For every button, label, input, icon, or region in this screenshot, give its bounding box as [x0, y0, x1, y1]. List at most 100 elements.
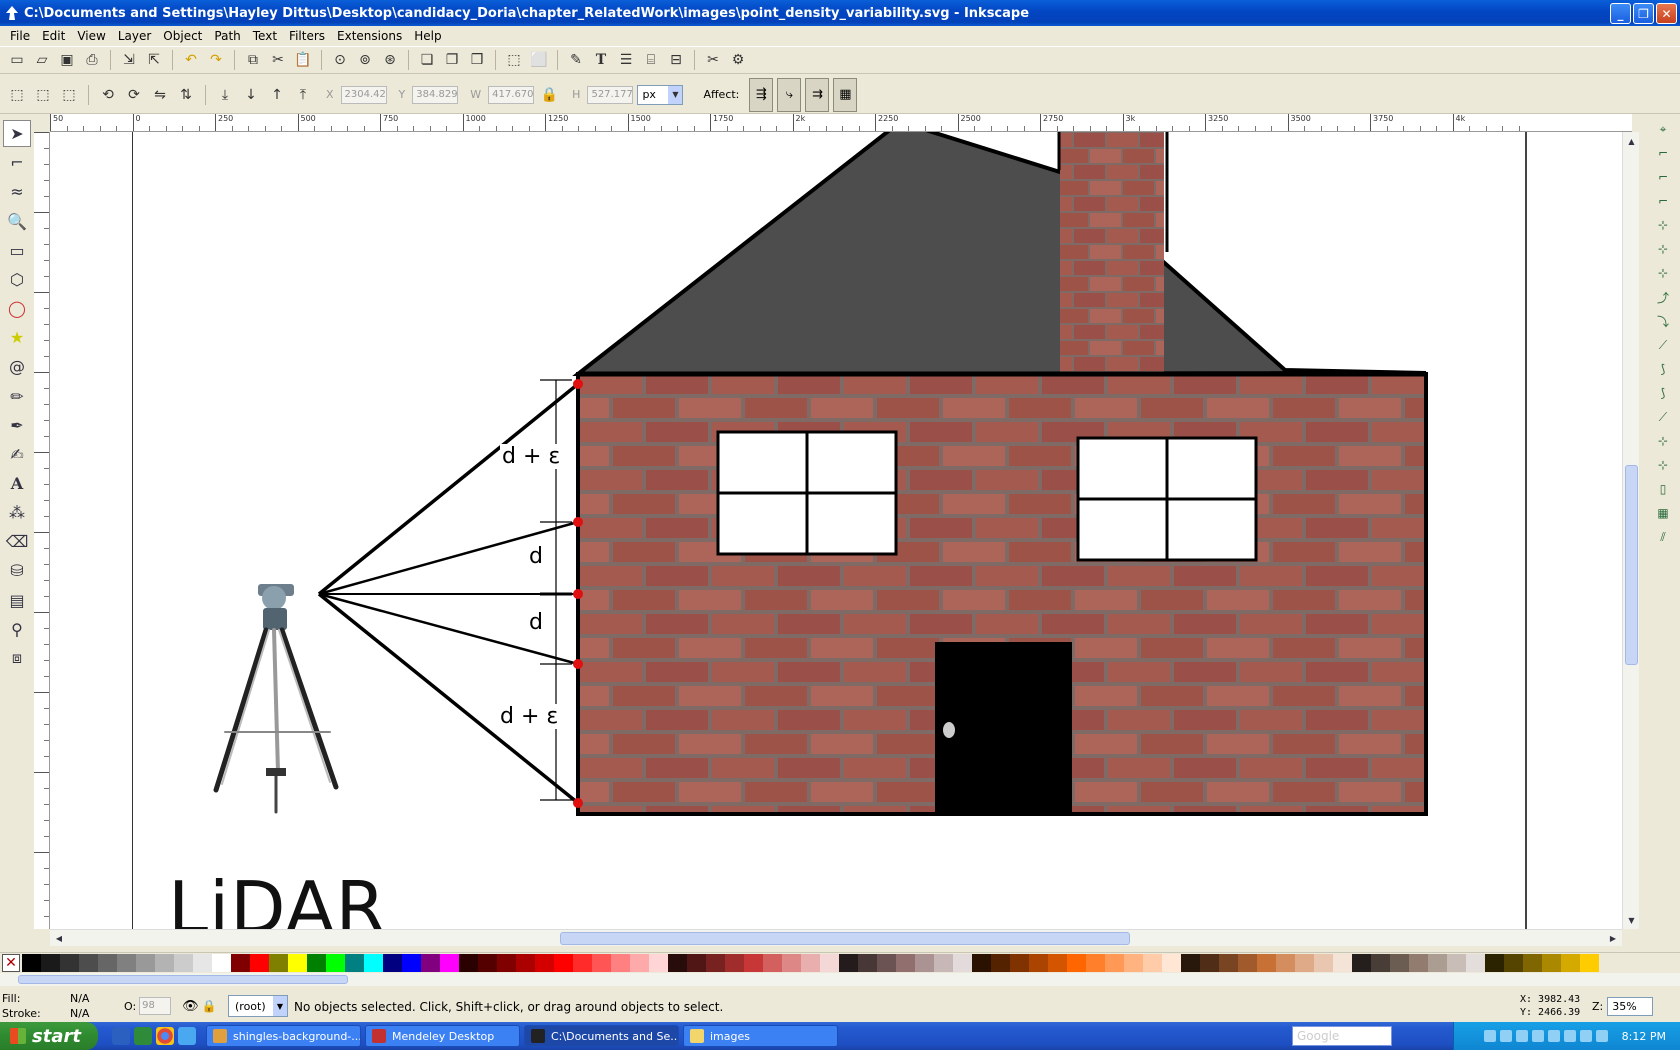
palette-swatch[interactable] — [60, 953, 79, 972]
rectangle-tool-icon[interactable]: ▭ — [3, 237, 31, 264]
snap-object-midpoints-icon[interactable]: ⟋ — [1652, 406, 1674, 428]
rotate-ccw-icon[interactable]: ⟲ — [97, 84, 119, 106]
zoom-drawing-icon[interactable]: ⊚ — [354, 49, 376, 71]
copy-icon[interactable]: ⧉ — [242, 49, 264, 71]
close-button[interactable]: ✕ — [1656, 3, 1677, 24]
palette-swatch[interactable] — [1010, 953, 1029, 972]
tray-icon[interactable] — [1515, 1030, 1528, 1042]
text-tool-icon[interactable]: A — [3, 470, 31, 497]
clone-icon[interactable]: ❐ — [441, 49, 463, 71]
ungroup-icon[interactable]: ⬜ — [528, 49, 550, 71]
zoom-tool-icon[interactable]: 🔍 — [3, 208, 31, 235]
h-field[interactable]: 527.177 — [587, 85, 634, 104]
dropper-tool-icon[interactable]: ⚲ — [3, 616, 31, 643]
vertical-ruler[interactable] — [34, 132, 50, 929]
hide-icon[interactable]: 👁 — [182, 999, 199, 1014]
palette-swatch[interactable] — [934, 953, 953, 972]
deselect-icon[interactable]: ⬚ — [58, 84, 80, 106]
palette-swatch[interactable] — [117, 953, 136, 972]
palette-swatch[interactable] — [1257, 953, 1276, 972]
palette-swatch[interactable] — [1466, 953, 1485, 972]
palette-swatch[interactable] — [687, 953, 706, 972]
taskbar-item-images-folder[interactable]: images — [683, 1025, 838, 1047]
palette-swatch[interactable] — [193, 953, 212, 972]
palette-swatch[interactable] — [1542, 953, 1561, 972]
select-all-layers-icon[interactable]: ⬚ — [32, 84, 54, 106]
menu-edit[interactable]: Edit — [36, 29, 71, 43]
opacity-field[interactable]: 98 — [139, 997, 172, 1015]
align-distribute-icon[interactable]: ⊟ — [665, 49, 687, 71]
lower-icon[interactable]: ↓ — [240, 84, 262, 106]
minimize-button[interactable]: _ — [1610, 3, 1631, 24]
zoom-field[interactable]: 35% — [1607, 997, 1654, 1016]
export-icon[interactable]: ⇱ — [143, 49, 165, 71]
spiral-tool-icon[interactable]: @ — [3, 353, 31, 380]
unit-select[interactable]: px ▼ — [637, 84, 684, 105]
group-icon[interactable]: ⬚ — [503, 49, 525, 71]
menu-file[interactable]: File — [4, 29, 36, 43]
palette-swatch[interactable] — [1067, 953, 1086, 972]
palette-swatch[interactable] — [1162, 953, 1181, 972]
preferences-icon[interactable]: ✂ — [702, 49, 724, 71]
palette-swatch[interactable] — [820, 953, 839, 972]
snap-rotation-center-icon[interactable]: ⊹ — [1652, 454, 1674, 476]
menu-text[interactable]: Text — [247, 29, 283, 43]
layer-select[interactable]: (root) ▼ — [228, 995, 288, 1017]
palette-swatch[interactable] — [383, 953, 402, 972]
menu-filters[interactable]: Filters — [283, 29, 331, 43]
node-tool-icon[interactable]: ⌐ — [3, 149, 31, 176]
palette-swatch[interactable] — [1504, 953, 1523, 972]
lock-icon[interactable]: 🔒 — [202, 999, 217, 1013]
no-paint-swatch[interactable]: ✕ — [2, 953, 20, 972]
connector-tool-icon[interactable]: ⧈ — [3, 645, 31, 672]
menu-view[interactable]: View — [71, 29, 111, 43]
cut-icon[interactable]: ✂ — [267, 49, 289, 71]
star-tool-icon[interactable]: ★ — [3, 324, 31, 351]
palette-swatch[interactable] — [212, 953, 231, 972]
layers-icon[interactable]: ☰ — [615, 49, 637, 71]
ie-icon[interactable] — [178, 1027, 196, 1045]
palette-swatch[interactable] — [972, 953, 991, 972]
fill-value[interactable]: N/A — [70, 992, 89, 1005]
palette-swatch[interactable] — [554, 953, 573, 972]
zoom-page-icon[interactable]: ⊛ — [379, 49, 401, 71]
spray-tool-icon[interactable]: ⁂ — [3, 499, 31, 526]
affect-stroke-width-button[interactable]: ⇶ — [749, 77, 774, 112]
snap-bbox-icon[interactable]: ⌐ — [1652, 142, 1674, 164]
word-icon[interactable] — [112, 1027, 130, 1045]
palette-swatch[interactable] — [1371, 953, 1390, 972]
network-icon[interactable] — [1595, 1030, 1608, 1042]
menu-extensions[interactable]: Extensions — [331, 29, 408, 43]
raise-icon[interactable]: ↑ — [266, 84, 288, 106]
palette-swatch[interactable] — [573, 953, 592, 972]
select-all-icon[interactable]: ⬚ — [6, 84, 28, 106]
palette-swatch[interactable] — [98, 953, 117, 972]
save-icon[interactable]: ▣ — [56, 49, 78, 71]
palette-swatch[interactable] — [1200, 953, 1219, 972]
palette-swatch[interactable] — [41, 953, 60, 972]
palette-swatch[interactable] — [1561, 953, 1580, 972]
palette-swatch[interactable] — [174, 953, 193, 972]
undo-icon[interactable]: ↶ — [180, 49, 202, 71]
palette-swatch[interactable] — [345, 953, 364, 972]
snap-enable-icon[interactable]: ⌖ — [1652, 118, 1674, 140]
palette-swatch[interactable] — [1485, 953, 1504, 972]
palette-swatch[interactable] — [402, 953, 421, 972]
chrome-icon[interactable] — [156, 1027, 174, 1045]
palette-swatch[interactable] — [497, 953, 516, 972]
horizontal-scrollbar[interactable]: ◀ ▶ — [50, 929, 1622, 946]
palette-swatch[interactable] — [1143, 953, 1162, 972]
menu-path[interactable]: Path — [208, 29, 246, 43]
palette-swatch[interactable] — [1580, 953, 1599, 972]
palette-swatch[interactable] — [516, 953, 535, 972]
palette-swatch[interactable] — [896, 953, 915, 972]
palette-swatch[interactable] — [535, 953, 554, 972]
palette-swatch[interactable] — [915, 953, 934, 972]
maximize-button[interactable]: ❐ — [1633, 3, 1654, 24]
palette-swatch[interactable] — [1447, 953, 1466, 972]
horizontal-ruler[interactable]: 50 0 250 500 750 1000 1250 1500 1750 2k 2250 2500 27… — [50, 114, 1632, 132]
palette-swatch[interactable] — [839, 953, 858, 972]
palette-swatch[interactable] — [1333, 953, 1352, 972]
palette-swatch[interactable] — [630, 953, 649, 972]
scroll-down-icon[interactable]: ▼ — [1625, 913, 1638, 927]
